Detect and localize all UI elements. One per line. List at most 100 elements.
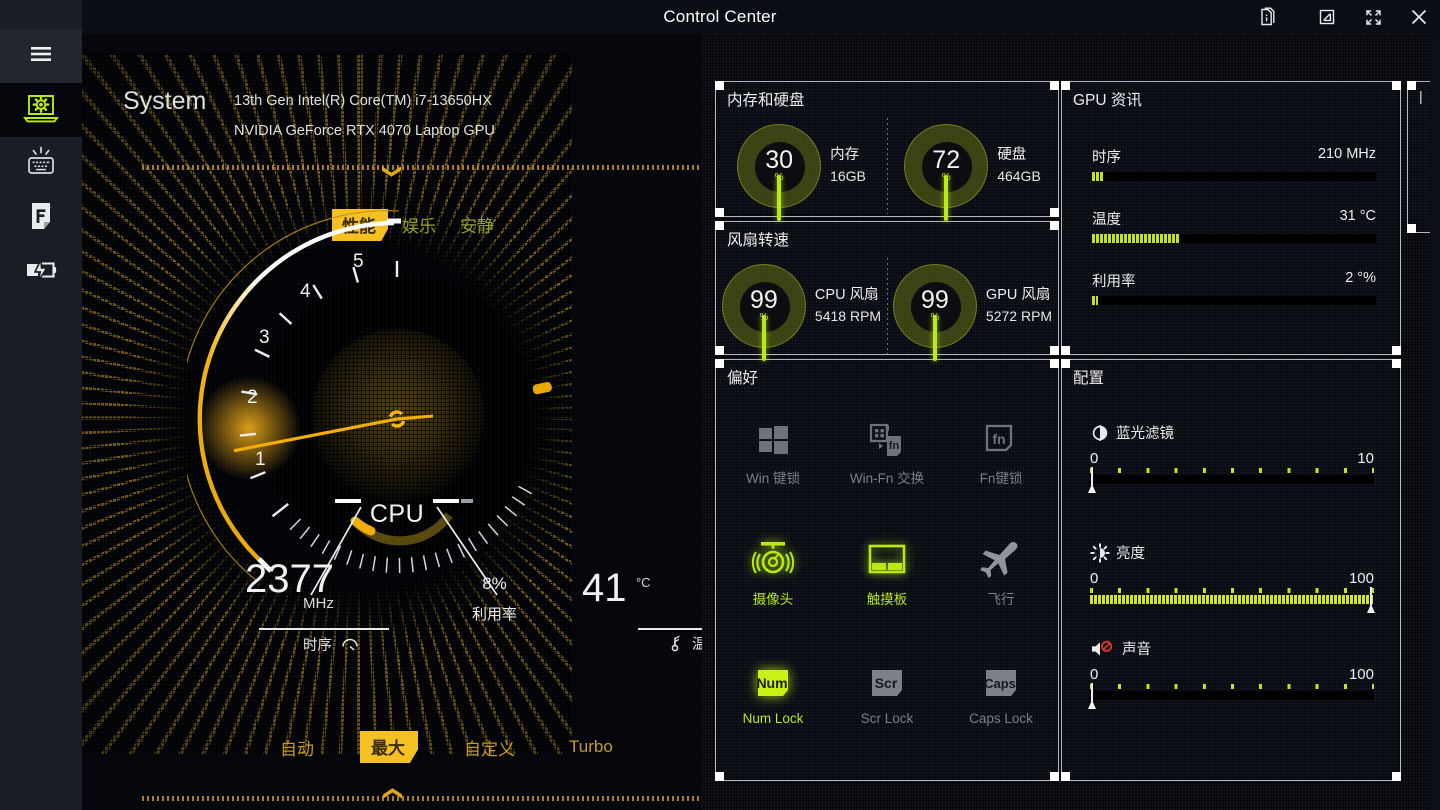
fan-speed-card: 风扇转速 99 % CPU 风扇 5418 RPM bbox=[716, 222, 1058, 354]
restore-icon[interactable] bbox=[1313, 4, 1341, 30]
brightness-slider-track[interactable] bbox=[1090, 588, 1374, 610]
gpu-info-card: GPU 资讯 时序 210 MHz 温度 31 °C 利用率 2 °% bbox=[1062, 82, 1400, 354]
gpu-info-title: GPU 资讯 bbox=[1073, 88, 1142, 110]
sound-slider-handle[interactable] bbox=[1088, 683, 1095, 709]
cpu-fan-value: 99 bbox=[750, 289, 778, 312]
sidebar-item-keyboard[interactable] bbox=[0, 137, 82, 191]
gpu-clock-value: 210 MHz bbox=[1318, 146, 1376, 167]
caps-lock-icon: Caps bbox=[944, 652, 1058, 704]
disk-name: 硬盘 bbox=[997, 145, 1041, 166]
pref-tile-fn-key-lock[interactable]: fn Fn键锁 bbox=[944, 396, 1058, 487]
gpu-fan-labels: GPU 风扇 5272 RPM bbox=[986, 285, 1052, 327]
gpu-fan-gauge-ring: 99 % bbox=[893, 264, 977, 348]
pref-label: Fn键锁 bbox=[944, 467, 1058, 487]
pref-tile-win-key-lock[interactable]: Win 键锁 bbox=[716, 396, 830, 487]
cpu-fan-needle bbox=[762, 315, 766, 361]
win-fn-swap-icon: fn bbox=[830, 408, 944, 460]
perf-button-max[interactable]: 最大 bbox=[360, 731, 418, 763]
preferences-row: Win 键锁 bbox=[716, 396, 1058, 487]
windows-key-icon bbox=[716, 408, 830, 460]
perf-button-custom[interactable]: 自定义 bbox=[456, 732, 523, 763]
gpu-temp-value: 31 °C bbox=[1340, 208, 1376, 229]
perf-button-turbo[interactable]: Turbo bbox=[561, 734, 621, 760]
preferences-title: 偏好 bbox=[727, 366, 758, 388]
gpu-util-value: 2 °% bbox=[1345, 270, 1376, 291]
brightness-max: 100 bbox=[1349, 570, 1374, 587]
bluelight-icon bbox=[1090, 423, 1110, 443]
scr-lock-icon: Scr bbox=[830, 652, 944, 704]
gpu-util-label: 利用率 bbox=[1092, 270, 1136, 291]
sidebar-rail bbox=[0, 0, 82, 810]
memory-detail: 16GB bbox=[830, 166, 866, 187]
memory-disk-meters: 30 % 内存 16GB 72 % bbox=[716, 116, 1058, 216]
power-icon bbox=[22, 256, 60, 289]
fullscreen-icon[interactable] bbox=[1359, 4, 1387, 30]
pref-tile-num-lock[interactable]: Num Num Lock bbox=[716, 640, 830, 726]
gpu-fan-meter: 99 % GPU 风扇 5272 RPM bbox=[887, 256, 1058, 356]
bluelight-slider-track[interactable] bbox=[1090, 468, 1374, 490]
gauge-tick-5: 5 bbox=[353, 251, 364, 273]
right-edge-strip bbox=[1430, 34, 1440, 810]
gpu-clock-stat: 时序 210 MHz bbox=[1092, 146, 1376, 181]
gpu-util-bar bbox=[1092, 296, 1376, 305]
slider-bar bbox=[1090, 595, 1374, 604]
memory-value: 30 bbox=[765, 149, 793, 172]
cpu-temperature-underline bbox=[638, 628, 702, 630]
pref-label: Scr Lock bbox=[830, 711, 944, 726]
bluelight-max: 10 bbox=[1357, 450, 1374, 467]
volume-muted-icon bbox=[1090, 639, 1116, 659]
preferences-card: 偏好 Win 键锁 bbox=[716, 360, 1058, 780]
system-overview-pane: System 13th Gen Intel(R) Core(TM) i7-136… bbox=[82, 34, 702, 810]
disk-gauge-ring: 72 % bbox=[904, 124, 988, 208]
fan-speed-meters: 99 % CPU 风扇 5418 RPM 99 % bbox=[716, 256, 1058, 356]
pref-tile-caps-lock[interactable]: Caps Caps Lock bbox=[944, 640, 1058, 726]
metrics-pane: 内存和硬盘 30 % 内存 16GB bbox=[702, 34, 1440, 810]
perf-button-auto[interactable]: 自动 bbox=[272, 732, 322, 763]
pref-tile-scr-lock[interactable]: Scr Scr Lock bbox=[830, 640, 944, 726]
pref-label: Win-Fn 交换 bbox=[830, 467, 944, 487]
chevron-down-icon[interactable]: ❯ bbox=[383, 164, 402, 178]
memory-gauge-ring: 30 % bbox=[737, 124, 821, 208]
preferences-row: 摄像头 触摸板 bbox=[716, 517, 1058, 608]
pref-tile-airplane[interactable]: 飞行 bbox=[944, 517, 1058, 608]
page-title: System bbox=[123, 87, 206, 116]
brightness-slider-group: 亮度 0 100 bbox=[1090, 542, 1374, 610]
sound-max: 100 bbox=[1349, 666, 1374, 683]
slider-ticks bbox=[1090, 588, 1374, 593]
disk-meter: 72 % 硬盘 464GB bbox=[887, 116, 1058, 216]
pref-tile-camera[interactable]: 摄像头 bbox=[716, 517, 830, 608]
sidebar-item-system[interactable] bbox=[0, 83, 82, 137]
svg-text:fn: fn bbox=[889, 440, 900, 452]
cpu-clock-label-text: 时序 bbox=[303, 638, 332, 654]
gauge-tick-2: 2 bbox=[247, 387, 258, 409]
gauge-tick-1: 1 bbox=[255, 449, 266, 471]
fan-speed-title: 风扇转速 bbox=[727, 228, 789, 250]
sidebar-item-power[interactable] bbox=[0, 245, 82, 299]
preferences-row: Num Num Lock Scr Scr Lock bbox=[716, 640, 1058, 726]
cpu-temperature-unit: °C bbox=[636, 575, 651, 590]
memory-labels: 内存 16GB bbox=[830, 145, 866, 187]
disk-labels: 硬盘 464GB bbox=[997, 145, 1041, 187]
bluelight-slider-handle[interactable] bbox=[1088, 467, 1095, 493]
brightness-slider-handle[interactable] bbox=[1367, 587, 1374, 613]
pref-tile-win-fn-swap[interactable]: fn Win-Fn 交换 bbox=[830, 396, 944, 487]
info-icon[interactable] bbox=[1253, 4, 1281, 30]
pref-label: Caps Lock bbox=[944, 711, 1058, 726]
gpu-fan-needle bbox=[933, 315, 937, 361]
pref-label: 飞行 bbox=[944, 588, 1058, 608]
disk-needle bbox=[944, 175, 948, 221]
sidebar-item-flexikey[interactable] bbox=[0, 191, 82, 245]
slider-bar bbox=[1090, 691, 1374, 700]
sidebar-item-menu[interactable] bbox=[0, 29, 82, 83]
memory-name: 内存 bbox=[830, 145, 866, 166]
brightness-icon bbox=[1090, 543, 1110, 563]
camera-icon bbox=[716, 529, 830, 581]
pref-tile-touchpad[interactable]: 触摸板 bbox=[830, 517, 944, 608]
sound-slider-track[interactable] bbox=[1090, 684, 1374, 706]
cpu-fan-detail: 5418 RPM bbox=[815, 306, 881, 327]
sound-slider-group: 声音 0 100 bbox=[1090, 638, 1374, 706]
chevron-up-icon[interactable]: ❯ bbox=[383, 788, 402, 802]
pref-label: 摄像头 bbox=[716, 588, 830, 608]
close-icon[interactable] bbox=[1405, 4, 1433, 30]
sound-min: 0 bbox=[1090, 666, 1098, 683]
